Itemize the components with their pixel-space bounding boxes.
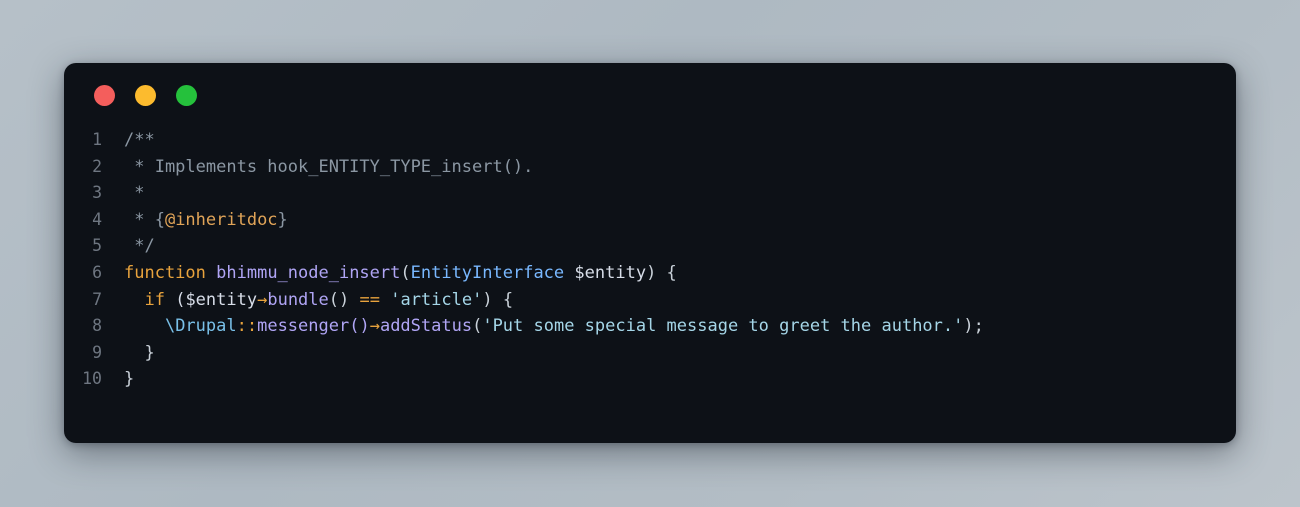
line-content: * — [124, 180, 144, 207]
line-number: 8 — [92, 316, 102, 336]
token-keyword: if — [144, 289, 165, 310]
line-content: function bhimmu_node_insert(EntityInterf… — [124, 260, 677, 287]
line-number: 9 — [92, 342, 102, 362]
code-line: 8 \Drupal::messenger()→addStatus('Put so… — [64, 313, 1236, 340]
token-punctuation: } — [124, 342, 155, 363]
token-arrow-operator: → — [369, 316, 380, 337]
token-method-name: messenger — [257, 316, 350, 337]
token-punctuation: ( — [472, 316, 483, 337]
close-window-button[interactable] — [94, 84, 115, 106]
token-variable: ($entity — [164, 289, 258, 310]
code-line: 7 if ($entity→bundle() == 'article') { — [64, 287, 1236, 314]
token-comment: * Implements hook_ENTITY_TYPE_insert(). — [124, 156, 534, 177]
code-line: 5 */ — [64, 233, 1236, 260]
minimize-window-button[interactable] — [135, 84, 156, 106]
code-line: 2 * Implements hook_ENTITY_TYPE_insert()… — [64, 154, 1236, 181]
token-namespace: \Drupal — [164, 316, 237, 337]
line-number: 3 — [92, 183, 102, 203]
line-number: 1 — [92, 130, 102, 149]
token-punctuation: ) { — [646, 262, 677, 283]
token-comment: /** — [124, 130, 155, 150]
token-variable: $entity — [574, 262, 647, 283]
token-function-name: bhimmu_node_insert — [216, 262, 401, 283]
token-punctuation: ) { — [482, 289, 514, 310]
code-line: 6 function bhimmu_node_insert(EntityInte… — [64, 260, 1236, 287]
line-number: 6 — [92, 262, 102, 282]
code-snippet-window: 1 /** 2 * Implements hook_ENTITY_TYPE_in… — [64, 63, 1236, 443]
token-type-name: EntityInterface — [410, 262, 565, 283]
maximize-window-button[interactable] — [176, 84, 197, 106]
window-titlebar[interactable] — [64, 63, 1236, 127]
token-scope-operator: :: — [236, 316, 258, 337]
token-punctuation: ( — [400, 262, 411, 283]
line-content: */ — [124, 233, 155, 260]
line-content: } — [124, 340, 155, 367]
code-line: 10 } — [64, 366, 1236, 393]
token-method-name: bundle — [267, 289, 329, 310]
token-arrow-operator: → — [257, 289, 268, 310]
line-content: * Implements hook_ENTITY_TYPE_insert(). — [124, 154, 533, 181]
token-comment: * { — [124, 209, 165, 230]
token-keyword: function — [124, 262, 206, 283]
line-content: if ($entity→bundle() == 'article') { — [124, 287, 513, 314]
line-number: 7 — [92, 289, 102, 309]
code-editor-area[interactable]: 1 /** 2 * Implements hook_ENTITY_TYPE_in… — [64, 127, 1236, 393]
line-number: 4 — [92, 209, 102, 229]
token-punctuation: () — [349, 316, 370, 337]
line-number: 10 — [82, 369, 102, 389]
token-comment: * — [124, 183, 145, 204]
line-number: 5 — [92, 236, 102, 256]
code-line: 1 /** — [64, 127, 1236, 154]
line-content: /** — [124, 127, 155, 154]
token-comment: } — [277, 209, 288, 230]
token-comment: */ — [124, 236, 155, 257]
line-content: \Drupal::messenger()→addStatus('Put some… — [124, 313, 984, 340]
line-content: } — [124, 366, 134, 393]
code-line: 4 * {@inheritdoc} — [64, 207, 1236, 234]
token-string: 'article' — [390, 289, 483, 310]
token-method-name: addStatus — [379, 316, 473, 337]
code-line: 3 * — [64, 180, 1236, 207]
screenshot-stage: 1 /** 2 * Implements hook_ENTITY_TYPE_in… — [0, 0, 1300, 507]
token-equality-operator: == — [359, 289, 380, 310]
code-line: 9 } — [64, 340, 1236, 367]
token-doc-tag: @inheritdoc — [164, 209, 278, 230]
token-string: 'Put some special message to greet the a… — [482, 316, 964, 337]
token-punctuation: } — [124, 369, 135, 390]
token-punctuation: () — [328, 289, 360, 310]
line-number: 2 — [92, 156, 102, 176]
line-content: * {@inheritdoc} — [124, 207, 288, 234]
token-punctuation: ); — [963, 316, 984, 337]
